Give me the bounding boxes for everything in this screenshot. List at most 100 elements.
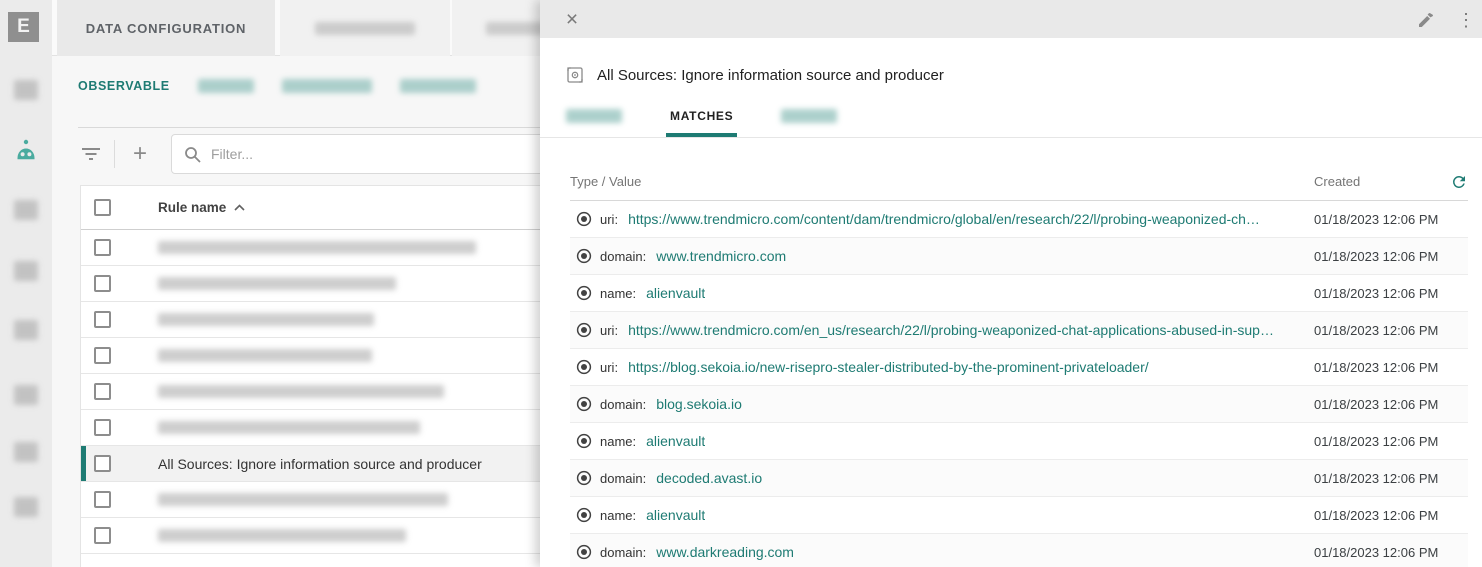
rules-toolbar: + Filter... xyxy=(78,134,599,174)
redacted-rule-name xyxy=(158,493,448,506)
created-timestamp: 01/18/2023 12:06 PM xyxy=(1314,544,1439,560)
redacted-tab-label xyxy=(566,109,622,123)
created-column-header: Created xyxy=(1314,174,1361,189)
row-checkbox[interactable] xyxy=(94,527,111,544)
edit-button[interactable] xyxy=(1412,6,1440,34)
match-row[interactable]: uri: https://www.trendmicro.com/en_us/re… xyxy=(570,312,1468,349)
refresh-button[interactable] xyxy=(1450,173,1468,191)
sidebar-item-redacted[interactable] xyxy=(0,253,52,289)
plus-icon: + xyxy=(132,140,147,167)
observable-type-label: domain: xyxy=(600,396,647,412)
observable-target-icon xyxy=(576,359,592,375)
rule-row-redacted[interactable] xyxy=(81,302,600,338)
rule-row-partial[interactable] xyxy=(81,554,600,567)
rule-row-selected[interactable]: All Sources: Ignore information source a… xyxy=(81,446,600,482)
sidebar-item-automation[interactable] xyxy=(0,132,52,168)
tab-data-configuration[interactable]: DATA CONFIGURATION xyxy=(57,0,275,56)
row-checkbox[interactable] xyxy=(94,275,111,292)
observable-type-label: uri: xyxy=(600,322,619,338)
observable-type-label: uri: xyxy=(600,359,619,375)
observable-value-link[interactable]: decoded.avast.io xyxy=(656,470,762,486)
app-logo[interactable]: E xyxy=(8,12,39,42)
filter-input[interactable]: Filter... xyxy=(171,134,599,174)
observable-value-link[interactable]: www.darkreading.com xyxy=(656,544,794,560)
observable-value-link[interactable]: alienvault xyxy=(646,285,705,301)
drawer-tab-matches[interactable]: MATCHES xyxy=(666,109,738,137)
more-options-button[interactable]: ⋮ xyxy=(1452,6,1480,34)
matches-tab-label: MATCHES xyxy=(670,109,734,123)
add-rule-button[interactable]: + xyxy=(127,141,153,167)
filter-list-button[interactable] xyxy=(78,141,104,167)
rules-table: Rule name All Sources: Ignore informatio… xyxy=(80,185,600,567)
row-checkbox[interactable] xyxy=(94,383,111,400)
created-timestamp: 01/18/2023 12:06 PM xyxy=(1314,507,1439,523)
observable-value-link[interactable]: https://www.trendmicro.com/en_us/researc… xyxy=(628,322,1274,338)
observable-target-icon xyxy=(576,544,592,560)
subnav-link-redacted[interactable] xyxy=(197,79,254,93)
tab-label: DATA CONFIGURATION xyxy=(85,20,247,36)
row-checkbox[interactable] xyxy=(94,239,111,256)
close-button[interactable]: × xyxy=(558,6,586,34)
observable-value-link[interactable]: www.trendmicro.com xyxy=(656,248,786,264)
sidebar-item-redacted[interactable] xyxy=(0,377,52,413)
observable-type-label: domain: xyxy=(600,248,647,264)
row-checkbox[interactable] xyxy=(94,347,111,364)
rule-row-redacted[interactable] xyxy=(81,410,600,446)
observable-value-link[interactable]: blog.sekoia.io xyxy=(656,396,742,412)
rule-name-column-header[interactable]: Rule name xyxy=(158,200,245,215)
redacted-rule-name xyxy=(158,349,372,362)
redacted-rule-name xyxy=(158,421,420,434)
rule-row-redacted[interactable] xyxy=(81,230,600,266)
match-row[interactable]: domain: www.trendmicro.com 01/18/2023 12… xyxy=(570,238,1468,275)
observable-value-link[interactable]: alienvault xyxy=(646,507,705,523)
sidebar-item-redacted[interactable] xyxy=(0,434,52,470)
observable-target-icon xyxy=(576,433,592,449)
observable-type-label: name: xyxy=(600,433,637,449)
match-row[interactable]: name: alienvault 01/18/2023 12:06 PM xyxy=(570,423,1468,460)
observable-type-label: name: xyxy=(600,285,637,301)
sidebar-item-redacted[interactable] xyxy=(0,192,52,228)
sort-ascending-icon xyxy=(234,204,245,211)
drawer-tab-redacted[interactable] xyxy=(777,109,841,137)
sidebar-item-redacted[interactable] xyxy=(0,72,52,108)
observable-target-icon xyxy=(576,211,592,227)
match-row[interactable]: name: alienvault 01/18/2023 12:06 PM xyxy=(570,275,1468,312)
subnav-link-redacted[interactable] xyxy=(281,79,372,93)
match-row[interactable]: domain: blog.sekoia.io 01/18/2023 12:06 … xyxy=(570,386,1468,423)
observable-value-link[interactable]: alienvault xyxy=(646,433,705,449)
observable-type-label: domain: xyxy=(600,470,647,486)
created-timestamp: 01/18/2023 12:06 PM xyxy=(1314,322,1439,338)
search-icon xyxy=(184,146,201,163)
select-all-checkbox[interactable] xyxy=(94,199,111,216)
sidebar-item-redacted[interactable] xyxy=(0,312,52,348)
rule-row-redacted[interactable] xyxy=(81,482,600,518)
observable-type-label: uri: xyxy=(600,211,619,227)
drawer-tab-redacted[interactable] xyxy=(562,109,626,137)
created-timestamp: 01/18/2023 12:06 PM xyxy=(1314,433,1439,449)
row-checkbox[interactable] xyxy=(94,311,111,328)
rule-row-redacted[interactable] xyxy=(81,374,600,410)
match-row[interactable]: name: alienvault 01/18/2023 12:06 PM xyxy=(570,497,1468,534)
match-row[interactable]: domain: www.darkreading.com 01/18/2023 1… xyxy=(570,534,1468,567)
rule-row-redacted[interactable] xyxy=(81,338,600,374)
rule-row-redacted[interactable] xyxy=(81,518,600,554)
row-checkbox[interactable] xyxy=(94,455,111,472)
row-checkbox[interactable] xyxy=(94,491,111,508)
observable-value-link[interactable]: https://blog.sekoia.io/new-risepro-steal… xyxy=(628,359,1149,375)
observable-value-link[interactable]: https://www.trendmicro.com/content/dam/t… xyxy=(628,211,1260,227)
row-checkbox[interactable] xyxy=(94,419,111,436)
match-row[interactable]: uri: https://blog.sekoia.io/new-risepro-… xyxy=(570,349,1468,386)
tab-redacted[interactable] xyxy=(280,0,450,56)
rule-row-redacted[interactable] xyxy=(81,266,600,302)
match-row[interactable]: uri: https://www.trendmicro.com/content/… xyxy=(570,201,1468,238)
refresh-icon xyxy=(1450,173,1468,191)
sidebar-item-redacted[interactable] xyxy=(0,489,52,525)
observable-type-label: name: xyxy=(600,507,637,523)
rules-table-header: Rule name xyxy=(81,186,600,230)
matches-table: Type / Value Created uri: https://www.tr… xyxy=(570,163,1468,567)
redacted-icon xyxy=(14,80,38,100)
subnav-link-redacted[interactable] xyxy=(399,79,476,93)
redacted-icon xyxy=(14,261,38,281)
match-row[interactable]: domain: decoded.avast.io 01/18/2023 12:0… xyxy=(570,460,1468,497)
redacted-tab-label xyxy=(315,21,415,35)
